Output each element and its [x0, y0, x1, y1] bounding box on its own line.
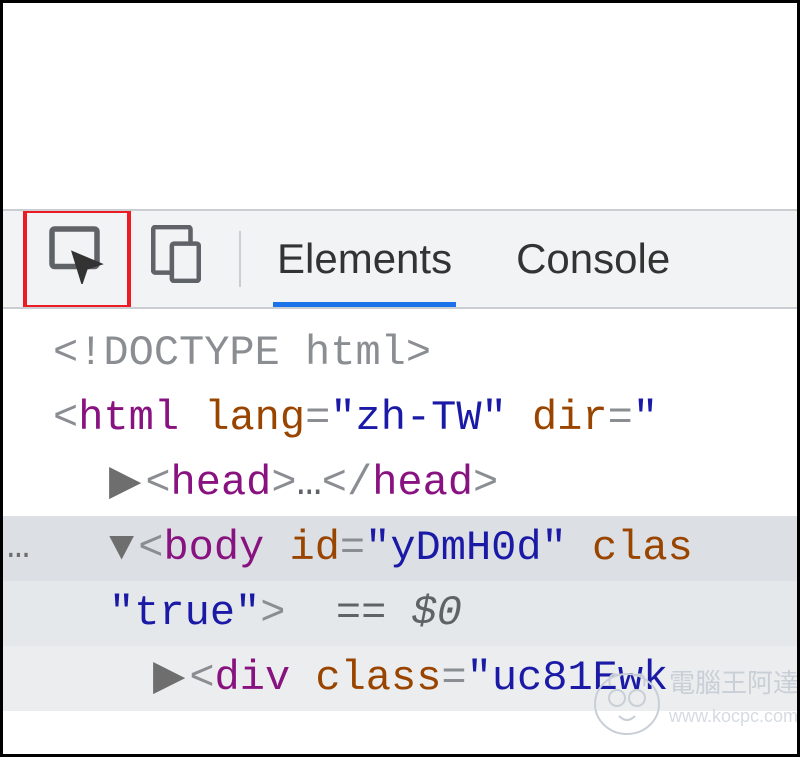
- toolbar-divider: [239, 231, 241, 287]
- disclosure-triangle-down-icon[interactable]: ▼: [109, 516, 134, 581]
- tab-label: Console: [516, 235, 670, 283]
- doctype-node[interactable]: <!DOCTYPE html>: [3, 321, 797, 386]
- elements-dom-tree[interactable]: <!DOCTYPE html> <html lang="zh-TW" dir="…: [3, 309, 797, 711]
- body-node-line2[interactable]: "true"> == $0: [3, 581, 797, 646]
- div-node[interactable]: ▶ <div class="uc81Ewk: [3, 646, 797, 711]
- tab-label: Elements: [277, 235, 452, 283]
- devtools-window: Elements Console <!DOCTYPE html> <html l…: [0, 0, 800, 757]
- inspect-icon: [47, 224, 107, 294]
- disclosure-triangle-right-icon[interactable]: ▶: [153, 646, 185, 711]
- device-toggle-button[interactable]: [141, 211, 211, 307]
- gutter-ellipsis: …: [7, 519, 30, 578]
- head-node[interactable]: ▶ <head>…</head>: [3, 451, 797, 516]
- disclosure-triangle-right-icon[interactable]: ▶: [109, 451, 141, 516]
- html-open-tag[interactable]: <html lang="zh-TW" dir=": [3, 386, 797, 451]
- body-node-line1[interactable]: … ▼ <body id="yDmH0d" clas: [3, 516, 797, 581]
- rendered-page-placeholder: [3, 3, 797, 209]
- tab-elements[interactable]: Elements: [269, 211, 460, 307]
- tab-console[interactable]: Console: [508, 211, 678, 307]
- devtools-toolbar: Elements Console: [3, 209, 797, 309]
- inspect-element-button[interactable]: [23, 209, 131, 309]
- device-icon: [151, 225, 201, 293]
